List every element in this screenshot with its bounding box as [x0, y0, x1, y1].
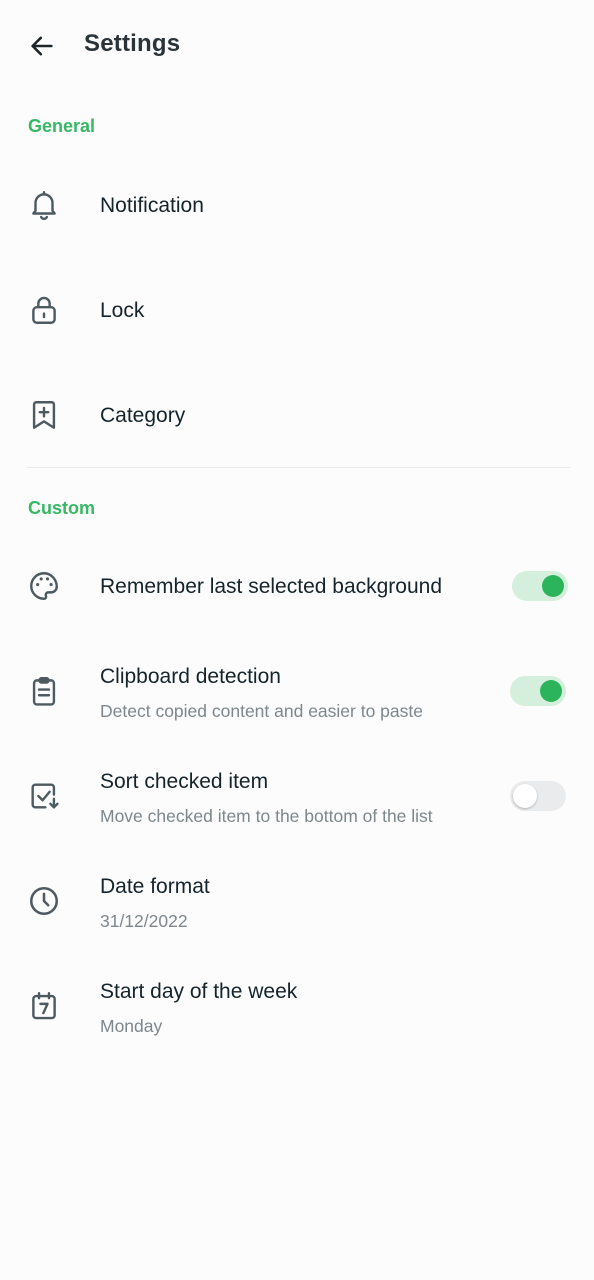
setting-row-remember-background[interactable]: Remember last selected background — [0, 536, 594, 636]
toggle-knob — [513, 784, 537, 808]
setting-value: Monday — [100, 1016, 163, 1036]
section-header-custom: Custom — [28, 498, 95, 518]
setting-row-category[interactable]: Category — [0, 365, 594, 465]
clock-icon — [22, 879, 66, 923]
arrow-left-icon — [31, 36, 53, 56]
clipboard-icon — [22, 669, 66, 713]
section-header-general: General — [28, 116, 96, 136]
bookmark-plus-icon — [22, 393, 66, 437]
remember-background-toggle[interactable] — [512, 571, 568, 601]
page-title: Settings — [84, 30, 181, 57]
calendar-7-icon — [22, 984, 66, 1028]
toggle-knob — [540, 680, 562, 702]
checkbox-arrow-icon — [22, 774, 66, 818]
setting-label: Sort checked item — [100, 770, 269, 793]
back-button[interactable] — [22, 26, 62, 66]
bell-icon — [22, 183, 66, 227]
setting-label: Date format — [100, 875, 210, 898]
setting-label: Start day of the week — [100, 980, 298, 1003]
toggle-knob — [542, 575, 564, 597]
setting-row-start-day[interactable]: Start day of the week Monday — [0, 955, 594, 1055]
section-divider — [26, 467, 570, 468]
setting-row-lock[interactable]: Lock — [0, 260, 594, 360]
setting-row-sort-checked[interactable]: Sort checked item Move checked item to t… — [0, 745, 594, 845]
setting-label: Remember last selected background — [100, 575, 443, 598]
setting-label: Clipboard detection — [100, 665, 281, 688]
setting-label: Lock — [100, 299, 145, 322]
clipboard-detection-toggle[interactable] — [510, 676, 566, 706]
setting-row-clipboard-detection[interactable]: Clipboard detection Detect copied conten… — [0, 640, 594, 740]
palette-icon — [22, 564, 66, 608]
setting-row-date-format[interactable]: Date format 31/12/2022 — [0, 850, 594, 950]
setting-description: Detect copied content and easier to past… — [100, 701, 423, 721]
top-app-bar: Settings — [0, 0, 594, 90]
setting-label: Notification — [100, 194, 204, 217]
setting-description: Move checked item to the bottom of the l… — [100, 806, 433, 826]
setting-row-notification[interactable]: Notification — [0, 155, 594, 255]
lock-icon — [22, 288, 66, 332]
sort-checked-toggle[interactable] — [510, 781, 566, 811]
setting-value: 31/12/2022 — [100, 911, 188, 931]
setting-label: Category — [100, 404, 186, 427]
